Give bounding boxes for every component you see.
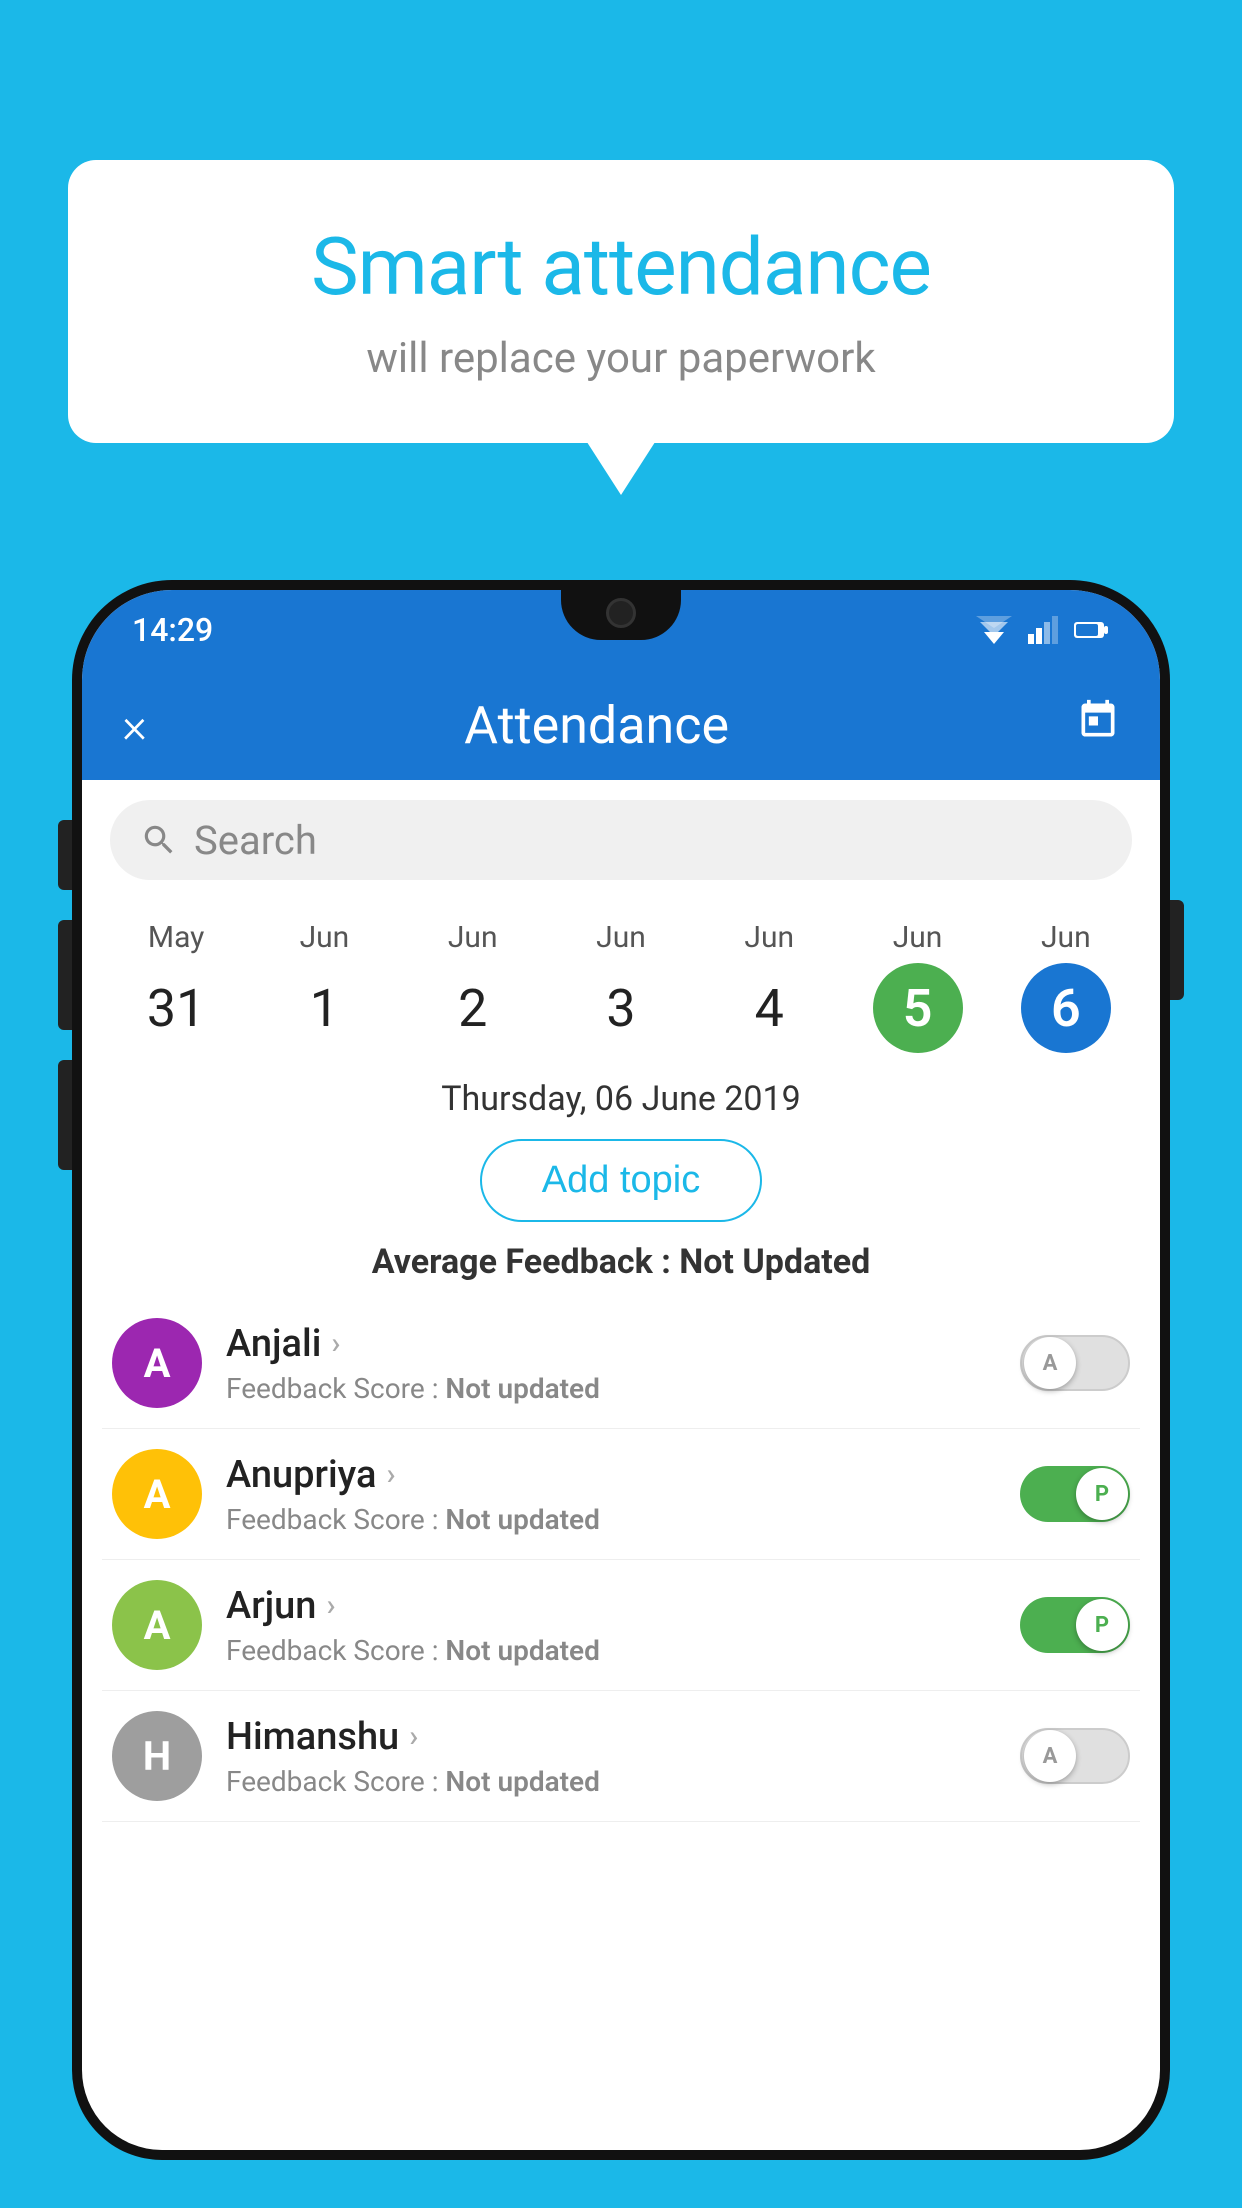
calendar-day[interactable]: Jun 1	[279, 920, 369, 1053]
attendance-toggle[interactable]: P	[1020, 1466, 1130, 1522]
calendar-icon[interactable]	[1076, 698, 1120, 753]
cal-month-label: Jun	[744, 920, 794, 955]
cal-date-number[interactable]: 6	[1021, 963, 1111, 1053]
bubble-title: Smart attendance	[148, 220, 1094, 314]
speech-bubble-container: Smart attendance will replace your paper…	[68, 160, 1174, 443]
header-title: Attendance	[177, 695, 1016, 756]
avg-feedback: Average Feedback : Not Updated	[82, 1232, 1160, 1298]
toggle-knob: P	[1076, 1468, 1128, 1520]
app-header: × Attendance	[82, 670, 1160, 780]
cal-date-number[interactable]: 31	[131, 963, 221, 1053]
calendar-day[interactable]: May 31	[131, 920, 221, 1053]
status-time: 14:29	[132, 611, 213, 649]
search-bar[interactable]: Search	[110, 800, 1132, 880]
cal-date-number[interactable]: 1	[279, 963, 369, 1053]
search-placeholder: Search	[194, 817, 317, 864]
volume-up-button	[58, 920, 72, 1030]
student-info: Anupriya › Feedback Score : Not updated	[226, 1453, 996, 1536]
cal-month-label: Jun	[893, 920, 943, 955]
phone-outer: 14:29	[72, 580, 1170, 2160]
cal-month-label: May	[148, 920, 204, 955]
student-row[interactable]: A Anjali › Feedback Score : Not updated A	[102, 1298, 1140, 1429]
signal-icon	[1028, 616, 1058, 644]
volume-down-button	[58, 1060, 72, 1170]
selected-date-heading: Thursday, 06 June 2019	[82, 1063, 1160, 1129]
phone-wrapper: 14:29	[72, 580, 1170, 2208]
avg-feedback-value: Not Updated	[679, 1242, 870, 1282]
wifi-icon	[976, 616, 1012, 644]
calendar-day[interactable]: Jun 5	[873, 920, 963, 1053]
student-name: Arjun ›	[226, 1584, 996, 1628]
cal-month-label: Jun	[596, 920, 646, 955]
student-feedback: Feedback Score : Not updated	[226, 1765, 996, 1798]
student-feedback-value: Not updated	[445, 1634, 599, 1667]
calendar-strip: May 31 Jun 1 Jun 2 Jun 3 Jun 4 Jun 5 Jun 6	[82, 900, 1160, 1063]
student-name: Anupriya ›	[226, 1453, 996, 1497]
student-info: Himanshu › Feedback Score : Not updated	[226, 1715, 996, 1798]
student-avatar: A	[112, 1318, 202, 1408]
student-row[interactable]: H Himanshu › Feedback Score : Not updated A	[102, 1691, 1140, 1822]
cal-date-number[interactable]: 3	[576, 963, 666, 1053]
calendar-day[interactable]: Jun 4	[724, 920, 814, 1053]
student-list: AAnjali ›Feedback Score : Not updatedAAA…	[82, 1298, 1160, 1822]
student-avatar: A	[112, 1580, 202, 1670]
calendar-day[interactable]: Jun 6	[1021, 920, 1111, 1053]
phone-notch	[561, 590, 681, 640]
attendance-toggle[interactable]: A	[1020, 1335, 1130, 1391]
student-name-text: Anjali	[226, 1322, 321, 1366]
student-feedback: Feedback Score : Not updated	[226, 1634, 996, 1667]
cal-date-number[interactable]: 2	[428, 963, 518, 1053]
calendar-day[interactable]: Jun 3	[576, 920, 666, 1053]
volume-silent-button	[58, 820, 72, 890]
add-topic-button[interactable]: Add topic	[480, 1139, 762, 1222]
student-avatar: H	[112, 1711, 202, 1801]
chevron-right-icon: ›	[331, 1326, 340, 1361]
cal-date-number[interactable]: 5	[873, 963, 963, 1053]
toggle-knob: A	[1024, 1337, 1076, 1389]
power-button	[1170, 900, 1184, 1000]
chevron-right-icon: ›	[409, 1719, 418, 1754]
student-info: Anjali › Feedback Score : Not updated	[226, 1322, 996, 1405]
cal-date-number[interactable]: 4	[724, 963, 814, 1053]
student-feedback-value: Not updated	[445, 1372, 599, 1405]
attendance-toggle[interactable]: A	[1020, 1728, 1130, 1784]
student-info: Arjun › Feedback Score : Not updated	[226, 1584, 996, 1667]
student-row[interactable]: A Anupriya › Feedback Score : Not updated P	[102, 1429, 1140, 1560]
student-feedback: Feedback Score : Not updated	[226, 1372, 996, 1405]
student-name-text: Anupriya	[226, 1453, 376, 1497]
calendar-day[interactable]: Jun 2	[428, 920, 518, 1053]
toggle-knob: A	[1024, 1730, 1076, 1782]
student-feedback-value: Not updated	[445, 1765, 599, 1798]
cal-month-label: Jun	[1041, 920, 1091, 955]
chevron-right-icon: ›	[326, 1588, 335, 1623]
student-feedback: Feedback Score : Not updated	[226, 1503, 996, 1536]
bubble-subtitle: will replace your paperwork	[148, 334, 1094, 383]
phone-screen: 14:29	[82, 590, 1160, 2150]
speech-bubble: Smart attendance will replace your paper…	[68, 160, 1174, 443]
student-name: Himanshu ›	[226, 1715, 996, 1759]
student-name-text: Arjun	[226, 1584, 316, 1628]
avg-feedback-label: Average Feedback :	[372, 1242, 671, 1282]
battery-icon	[1074, 620, 1110, 640]
student-row[interactable]: A Arjun › Feedback Score : Not updated P	[102, 1560, 1140, 1691]
cal-month-label: Jun	[448, 920, 498, 955]
cal-month-label: Jun	[300, 920, 350, 955]
student-name-text: Himanshu	[226, 1715, 399, 1759]
status-icons	[976, 616, 1110, 644]
toggle-knob: P	[1076, 1599, 1128, 1651]
student-avatar: A	[112, 1449, 202, 1539]
camera	[606, 598, 636, 628]
chevron-right-icon: ›	[386, 1457, 395, 1492]
student-feedback-value: Not updated	[445, 1503, 599, 1536]
attendance-toggle[interactable]: P	[1020, 1597, 1130, 1653]
close-button[interactable]: ×	[122, 697, 147, 754]
student-name: Anjali ›	[226, 1322, 996, 1366]
search-icon	[140, 821, 178, 859]
